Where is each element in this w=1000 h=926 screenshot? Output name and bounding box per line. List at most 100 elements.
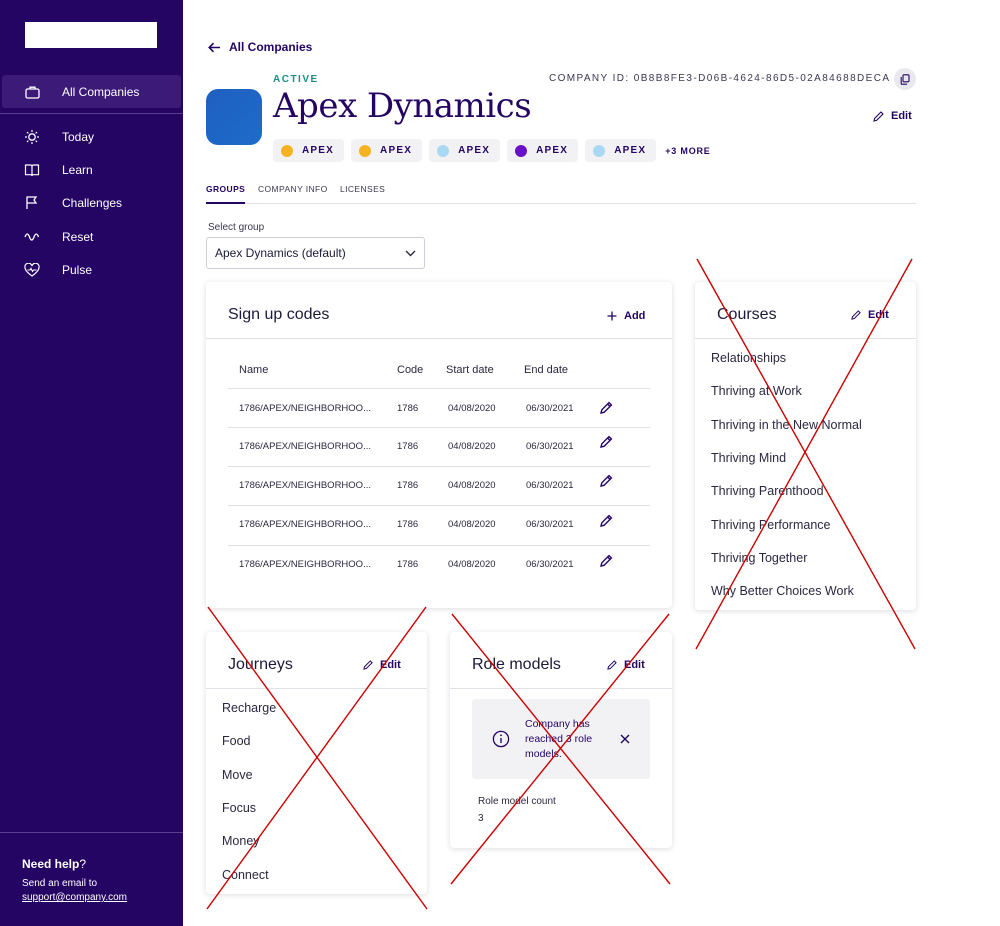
pencil-icon[interactable] — [599, 401, 613, 415]
tab-company-info[interactable]: COMPANY INFO — [258, 184, 328, 204]
edit-role-models-button[interactable]: Edit — [607, 659, 645, 671]
sun-icon — [24, 129, 40, 145]
edit-journeys-button[interactable]: Edit — [363, 659, 401, 671]
tab-licenses[interactable]: LICENSES — [340, 184, 385, 204]
logo — [25, 22, 157, 48]
briefcase-icon — [24, 84, 40, 100]
wave-icon — [24, 229, 40, 245]
close-icon[interactable] — [620, 734, 630, 744]
cell-code: 1786 — [397, 519, 419, 530]
sidebar-item-reset[interactable]: Reset — [0, 220, 183, 253]
list-item: Connect — [222, 868, 269, 882]
row-divider — [228, 545, 650, 546]
pencil-icon — [363, 660, 373, 670]
cell-end-date: 06/30/2021 — [526, 559, 574, 570]
cell-code: 1786 — [397, 559, 419, 570]
sidebar-item-learn[interactable]: Learn — [0, 153, 183, 186]
tag: APEX — [585, 139, 657, 162]
sidebar-item-label: Today — [62, 129, 95, 144]
cell-start-date: 04/08/2020 — [448, 441, 496, 452]
heart-pulse-icon — [24, 262, 40, 278]
cell-code: 1786 — [397, 441, 419, 452]
column-header-name: Name — [239, 364, 269, 376]
card-header: Journeys Edit — [206, 632, 427, 689]
card-title: Role models — [472, 656, 561, 673]
cell-name: 1786/APEX/NEIGHBORHOO... — [239, 441, 371, 452]
tag-dot — [281, 144, 293, 157]
page-title: Apex Dynamics — [273, 86, 532, 126]
sidebar-item-pulse[interactable]: Pulse — [0, 253, 183, 286]
cell-start-date: 04/08/2020 — [448, 559, 496, 570]
cell-end-date: 06/30/2021 — [526, 403, 574, 414]
row-divider — [228, 505, 650, 506]
list-item: Thriving Together — [711, 551, 808, 565]
sidebar-item-label: Challenges — [62, 195, 123, 210]
sidebar-item-challenges[interactable]: Challenges — [0, 186, 183, 219]
banner-text: Company has reached 3 role models. — [525, 718, 593, 760]
pencil-icon[interactable] — [599, 435, 613, 449]
info-icon — [492, 730, 510, 748]
add-code-button[interactable]: Add — [607, 310, 645, 322]
edit-courses-button[interactable]: Edit — [851, 309, 889, 321]
company-logo — [206, 89, 262, 145]
tag: APEX — [507, 139, 579, 162]
tab-bar: GROUPS COMPANY INFO LICENSES — [206, 184, 916, 204]
role-model-count-label: Role model count — [478, 796, 556, 807]
tag-dot — [437, 144, 450, 157]
card-title: Journeys — [228, 656, 293, 673]
card-header: Role models Edit — [450, 632, 672, 689]
group-select[interactable]: Apex Dynamics (default) — [206, 237, 425, 269]
pencil-icon — [851, 310, 861, 320]
cell-name: 1786/APEX/NEIGHBORHOO... — [239, 519, 371, 530]
plus-icon — [607, 311, 617, 321]
back-label: All Companies — [229, 40, 313, 54]
more-tags-link[interactable]: +3 MORE — [665, 146, 710, 156]
pencil-icon — [873, 110, 884, 122]
row-divider — [228, 427, 650, 428]
sidebar-divider — [0, 832, 183, 833]
pencil-icon[interactable] — [599, 514, 613, 528]
list-item: Thriving Parenthood — [711, 484, 824, 498]
list-item: Thriving Performance — [711, 518, 831, 532]
copy-icon — [900, 73, 910, 85]
list-item: Thriving in the New Normal — [711, 418, 862, 432]
cell-code: 1786 — [397, 403, 419, 414]
card-title: Sign up codes — [228, 306, 330, 323]
pencil-icon[interactable] — [599, 474, 613, 488]
list-item: Thriving at Work — [711, 384, 802, 398]
help-title: Need help? — [22, 857, 87, 871]
chevron-down-icon — [405, 250, 416, 256]
sidebar-item-all-companies[interactable]: All Companies — [2, 75, 181, 108]
card-header: Courses Edit — [695, 282, 916, 339]
list-item: Recharge — [222, 701, 277, 715]
list-item: Money — [222, 834, 260, 848]
sidebar-item-today[interactable]: Today — [0, 120, 183, 153]
edit-company-button[interactable]: Edit — [873, 110, 912, 122]
cell-end-date: 06/30/2021 — [526, 441, 574, 452]
column-header-start-date: Start date — [446, 364, 494, 376]
role-model-count-value: 3 — [478, 813, 484, 824]
list-item: Food — [222, 734, 251, 748]
copy-id-button[interactable] — [894, 68, 916, 90]
cell-start-date: 04/08/2020 — [448, 480, 496, 491]
pencil-icon[interactable] — [599, 554, 613, 568]
tab-groups[interactable]: GROUPS — [206, 184, 246, 204]
card-header: Sign up codes Add — [206, 282, 672, 339]
journeys-card: Journeys Edit Recharge Food Move Focus M… — [206, 632, 427, 894]
help-text: Send an email to — [22, 878, 98, 889]
back-link[interactable]: All Companies — [208, 40, 312, 54]
list-item: Relationships — [711, 351, 787, 365]
company-id: COMPANY ID: 0B8B8FE3-D06B-4624-86D5-02A8… — [549, 73, 891, 84]
tag-dot — [515, 144, 528, 157]
courses-card: Courses Edit Relationships Thriving at W… — [695, 282, 916, 610]
list-item: Why Better Choices Work — [711, 584, 854, 598]
sidebar-item-label: All Companies — [62, 84, 140, 99]
arrow-left-icon — [208, 42, 220, 52]
support-email-link[interactable]: support@company.com — [22, 892, 127, 903]
sidebar-divider — [0, 113, 183, 114]
card-title: Courses — [717, 306, 777, 323]
row-divider — [228, 388, 650, 389]
tag-dot — [593, 144, 606, 157]
cell-code: 1786 — [397, 480, 419, 491]
tag-list: APEX APEX APEX APEX APEX +3 MORE — [273, 139, 711, 162]
